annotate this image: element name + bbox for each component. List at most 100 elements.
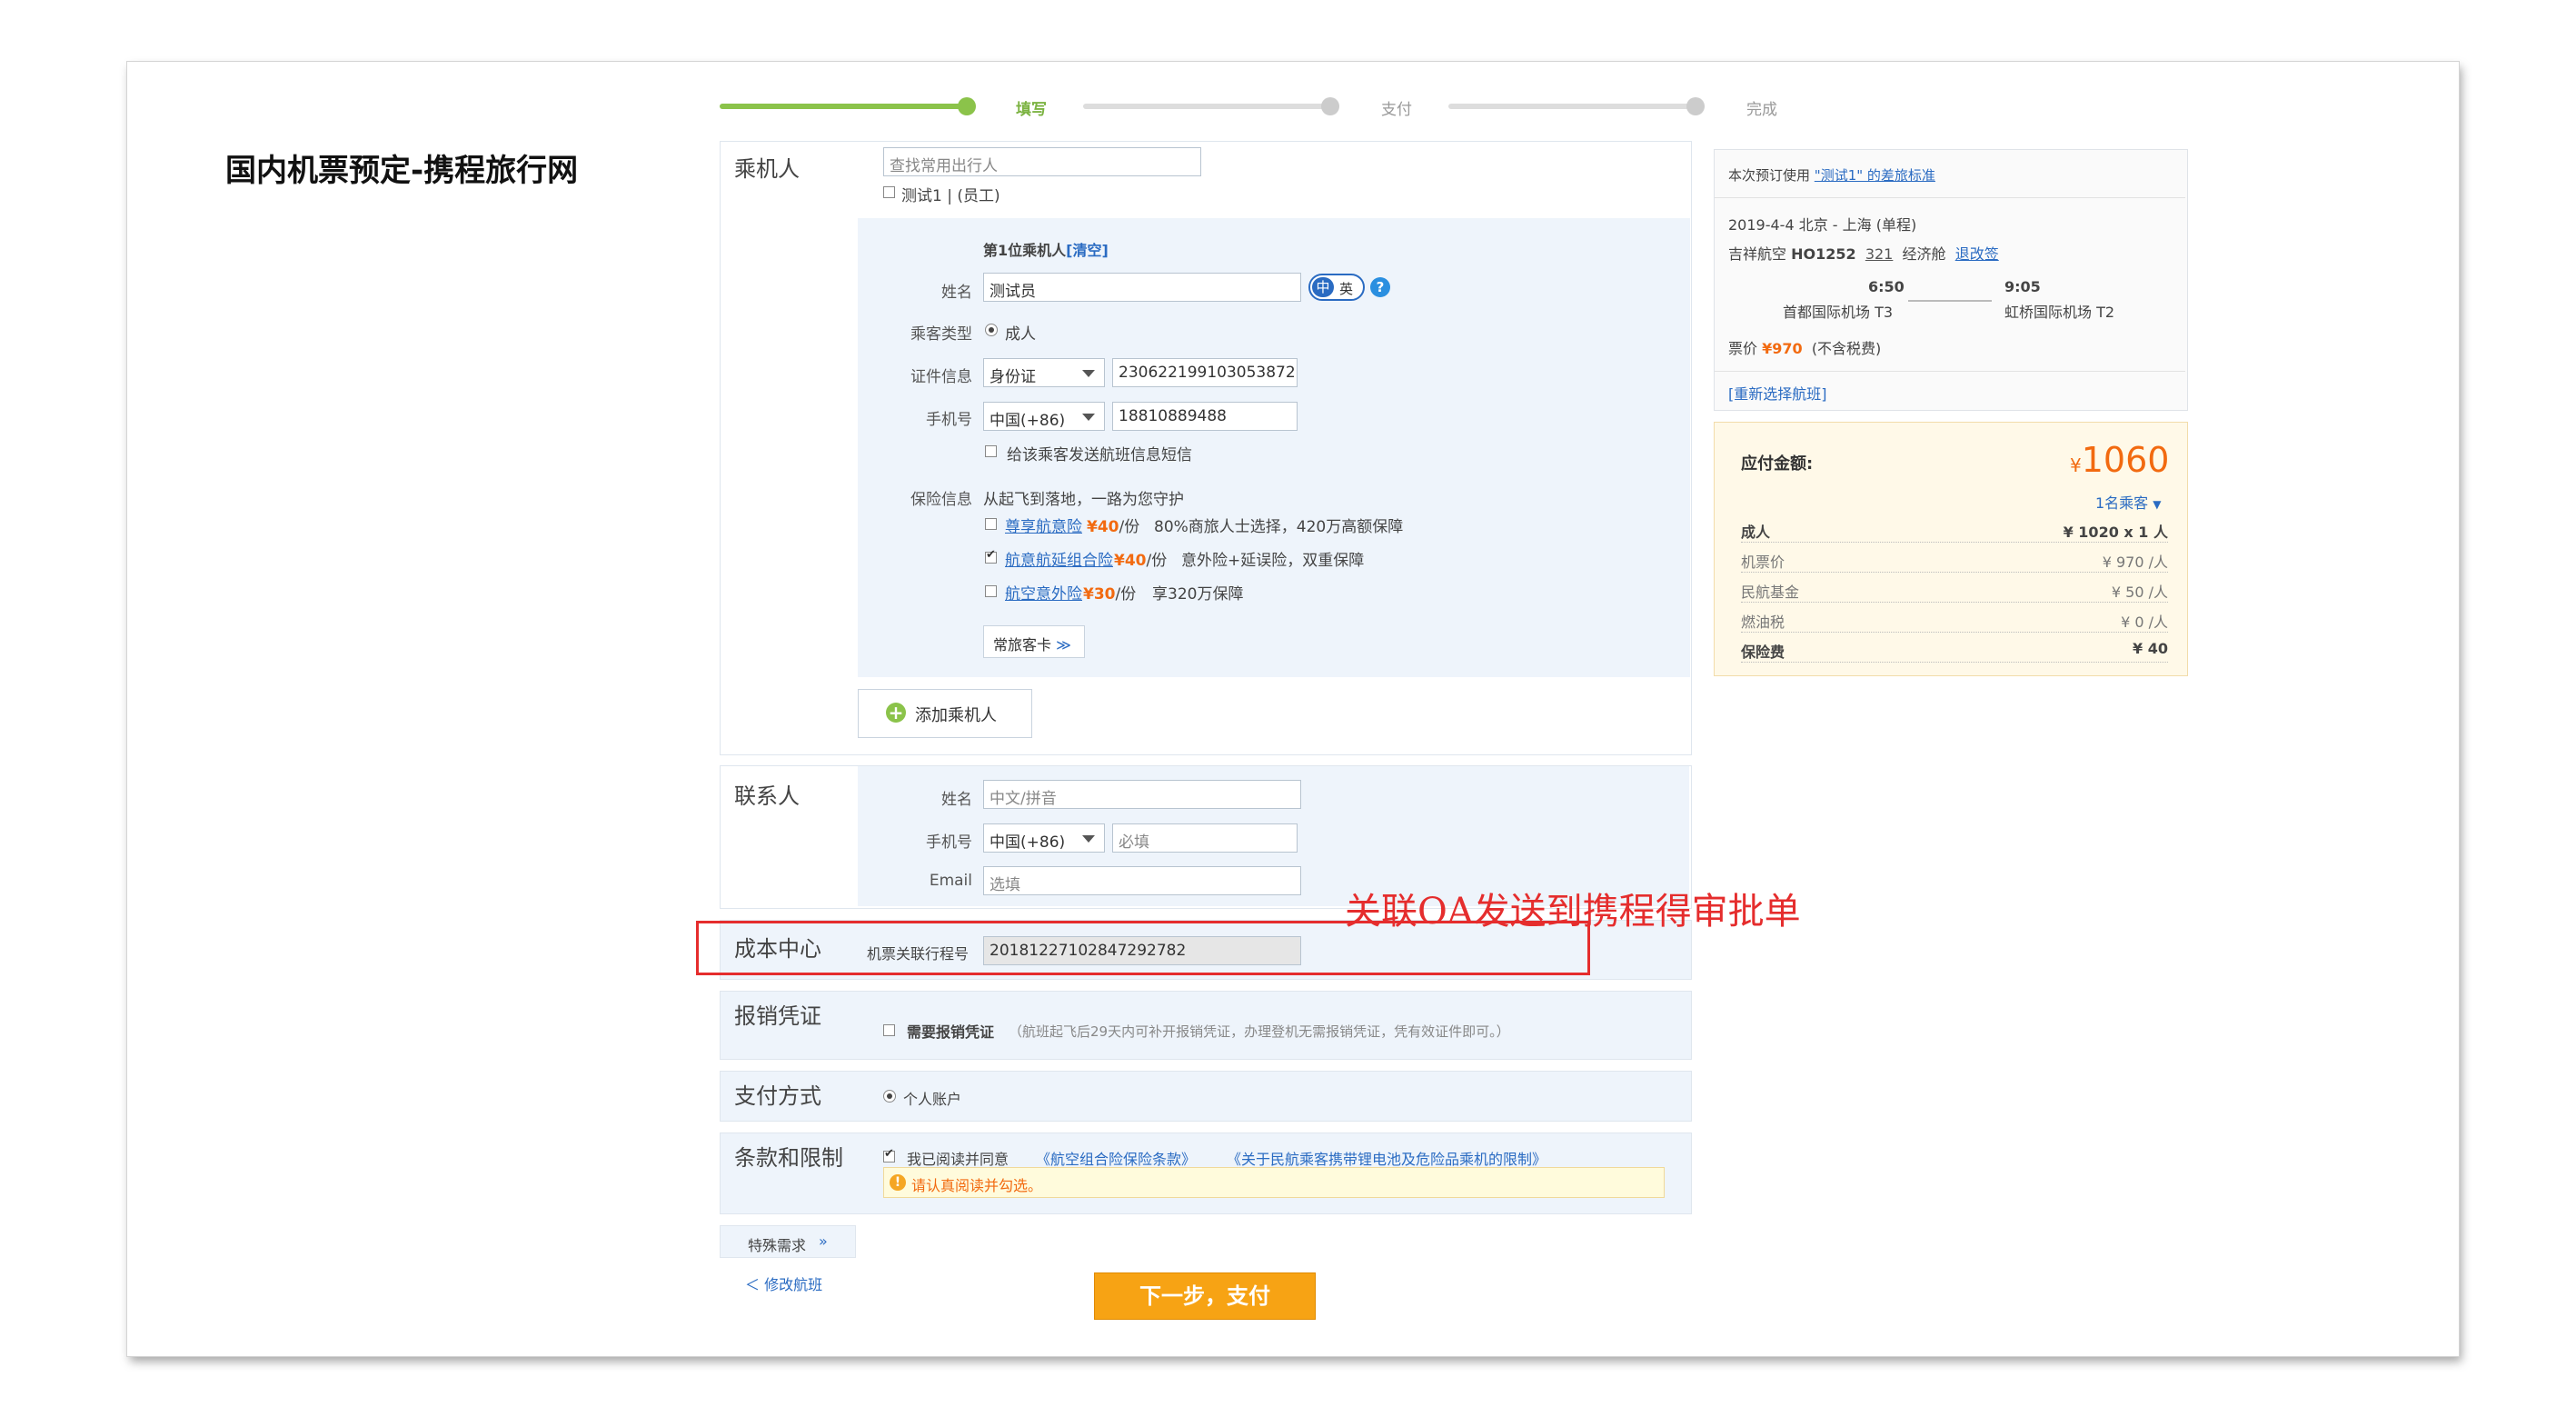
fee-row: 民航基金 ¥ 50 /人 [1741, 580, 2168, 603]
payment-section-label: 支付方式 [734, 1083, 821, 1109]
personal-account-label: 个人账户 [903, 1091, 962, 1108]
passenger-name-input[interactable]: 测试员 [983, 273, 1301, 302]
passenger-type-label: 乘客类型 [910, 325, 972, 344]
progress-segment-1 [720, 104, 967, 109]
warning-icon: ! [890, 1174, 906, 1191]
reselect-flight-link[interactable]: [重新选择航班] [1728, 382, 1827, 404]
step-done-label: 完成 [1746, 101, 1777, 119]
frequent-traveler-checkbox[interactable] [883, 186, 895, 198]
step-pay-label: 支付 [1381, 101, 1412, 119]
terms-agree-checkbox[interactable] [883, 1147, 895, 1163]
battery-restriction-link[interactable]: 《关于民航乘客携带锂电池及危险品乘机的限制》 [1227, 1147, 1547, 1169]
contact-name-label: 姓名 [941, 791, 972, 809]
policy-link[interactable]: "测试1" 的差旅标准 [1815, 167, 1935, 184]
policy-line: 本次预订使用 "测试1" 的差旅标准 [1728, 167, 1935, 184]
insurance-label: 保险信息 [910, 491, 972, 509]
contact-name-input[interactable]: 中文/拼音 [983, 780, 1301, 809]
insurance-desc: 享320万保障 [1152, 585, 1244, 604]
phone-number-input[interactable]: 18810889488 [1112, 402, 1298, 431]
insurance-checkbox[interactable] [985, 585, 997, 597]
amount-due-label: 应付金额: [1741, 454, 1814, 474]
adult-radio[interactable] [985, 324, 998, 336]
reimbursement-checkbox[interactable] [883, 1024, 895, 1036]
fee-row-value: ¥ 0 /人 [2121, 614, 2168, 631]
route-text: 2019-4-4 北京 - 上海 (单程) [1728, 216, 1917, 234]
name-label: 姓名 [941, 284, 972, 302]
passenger-section-label: 乘机人 [734, 156, 800, 182]
sms-checkbox[interactable] [985, 445, 997, 457]
insurance-checkbox[interactable] [985, 548, 997, 564]
page-title: 国内机票预定-携程旅行网 [225, 153, 579, 189]
fee-row-value: ¥ 970 /人 [2102, 554, 2168, 571]
insurance-desc: 80%商旅人士选择，420万高额保障 [1154, 518, 1404, 536]
help-icon[interactable]: ? [1370, 277, 1390, 297]
insurance-terms-link[interactable]: 《航空组合险保险条款》 [1036, 1147, 1196, 1169]
add-icon: + [886, 703, 906, 723]
insurance-price: ¥40/份 [1087, 518, 1140, 536]
fee-row-label: 燃油税 [1741, 614, 1785, 631]
lang-zh-option[interactable]: 中 [1312, 277, 1334, 297]
clear-link[interactable]: [清空] [1066, 242, 1109, 259]
add-passenger-label: 添加乘机人 [915, 706, 997, 725]
id-type-select[interactable]: 身份证 [983, 358, 1105, 387]
id-label: 证件信息 [910, 368, 972, 386]
fee-row: 燃油税 ¥ 0 /人 [1741, 610, 2168, 633]
passenger-count-link[interactable]: 1名乘客 ▼ [2095, 491, 2162, 513]
contact-phone-input[interactable]: 必填 [1112, 823, 1298, 853]
frequent-traveler-label: 测试1 | (员工) [901, 187, 1000, 205]
insurance-checkbox[interactable] [985, 518, 997, 530]
contact-phone-label: 手机号 [926, 833, 972, 852]
contact-email-label: Email [929, 872, 972, 890]
frequent-card-button[interactable]: 常旅客卡 ≫ [983, 625, 1085, 658]
insurance-price: ¥30/份 [1083, 585, 1137, 604]
progress-segment-2 [1083, 104, 1330, 109]
departure-airport: 首都国际机场 T3 [1783, 304, 1894, 321]
terms-agree-label: 我已阅读并同意 [907, 1151, 1010, 1168]
flight-arrow-icon [1908, 300, 1992, 302]
phone-code-select[interactable]: 中国(+86) [983, 402, 1105, 431]
flight-info-line: 吉祥航空 HO1252 321 经济舱 退改签 [1728, 245, 1999, 263]
fee-row-label: 民航基金 [1741, 584, 1800, 601]
next-pay-button[interactable]: 下一步，支付 [1094, 1272, 1316, 1320]
personal-account-radio[interactable] [883, 1090, 896, 1103]
ticket-price: ¥970 [1762, 340, 1803, 357]
flight-number: HO1252 [1791, 245, 1856, 263]
passenger-search-input[interactable]: 查找常用出行人 [883, 147, 1201, 176]
terms-warning-box: ! 请认真阅读并勾选。 [883, 1167, 1665, 1198]
insurance-name-link[interactable]: 尊享航意险 [1005, 514, 1082, 536]
language-toggle[interactable]: 中 英 [1308, 274, 1365, 301]
aircraft-type: 321 [1865, 245, 1894, 263]
ticket-price-line: 票价 ¥970 (不含税费) [1728, 340, 1882, 357]
reimbursement-label: 需要报销凭证 [907, 1023, 995, 1041]
contact-phone-code-select[interactable]: 中国(+86) [983, 823, 1105, 853]
reimbursement-section-label: 报销凭证 [734, 1003, 821, 1029]
add-passenger-button[interactable]: + 添加乘机人 [858, 689, 1032, 738]
fee-row-label: 机票价 [1741, 554, 1785, 571]
progress-dot-3 [1686, 97, 1705, 115]
progress-dot-1 [958, 97, 976, 115]
insurance-desc: 意外险+延误险，双重保障 [1181, 552, 1365, 570]
id-number-input[interactable]: 230622199103053872 [1112, 358, 1298, 387]
special-request-button[interactable]: 特殊需求 » [720, 1225, 856, 1258]
total-amount: ¥1060 [2070, 440, 2170, 480]
fee-row-label: 成人 [1741, 524, 1771, 541]
adult-radio-label: 成人 [1005, 325, 1036, 344]
fee-row-label: 保险费 [1741, 644, 1785, 661]
insurance-slogan: 从起飞到落地，一路为您守护 [983, 491, 1184, 509]
fee-row: 机票价 ¥ 970 /人 [1741, 550, 2168, 573]
modify-flight-link[interactable]: ＜ 修改航班 [745, 1272, 822, 1294]
sms-label: 给该乘客发送航班信息短信 [1007, 446, 1192, 464]
chevron-down-icon: ▼ [2153, 498, 2162, 511]
fee-row-value: ¥ 1020 x 1 人 [2063, 524, 2168, 541]
lang-en-option[interactable]: 英 [1339, 279, 1353, 298]
progress-dot-2 [1321, 97, 1339, 115]
insurance-name-link[interactable]: 航空意外险 [1005, 581, 1082, 604]
contact-email-input[interactable]: 选填 [983, 866, 1301, 895]
terms-section-label: 条款和限制 [734, 1145, 843, 1171]
reimbursement-note: （航班起飞后29天内可补开报销凭证，办理登机无需报销凭证，凭有效证件即可。） [1009, 1023, 1510, 1040]
insurance-name-link[interactable]: 航意航延组合险 [1005, 547, 1113, 570]
refund-change-link[interactable]: 退改签 [1955, 245, 1999, 263]
divider [1715, 197, 2185, 198]
step-fill-label: 填写 [1016, 101, 1047, 119]
payment-section [720, 1071, 1692, 1122]
